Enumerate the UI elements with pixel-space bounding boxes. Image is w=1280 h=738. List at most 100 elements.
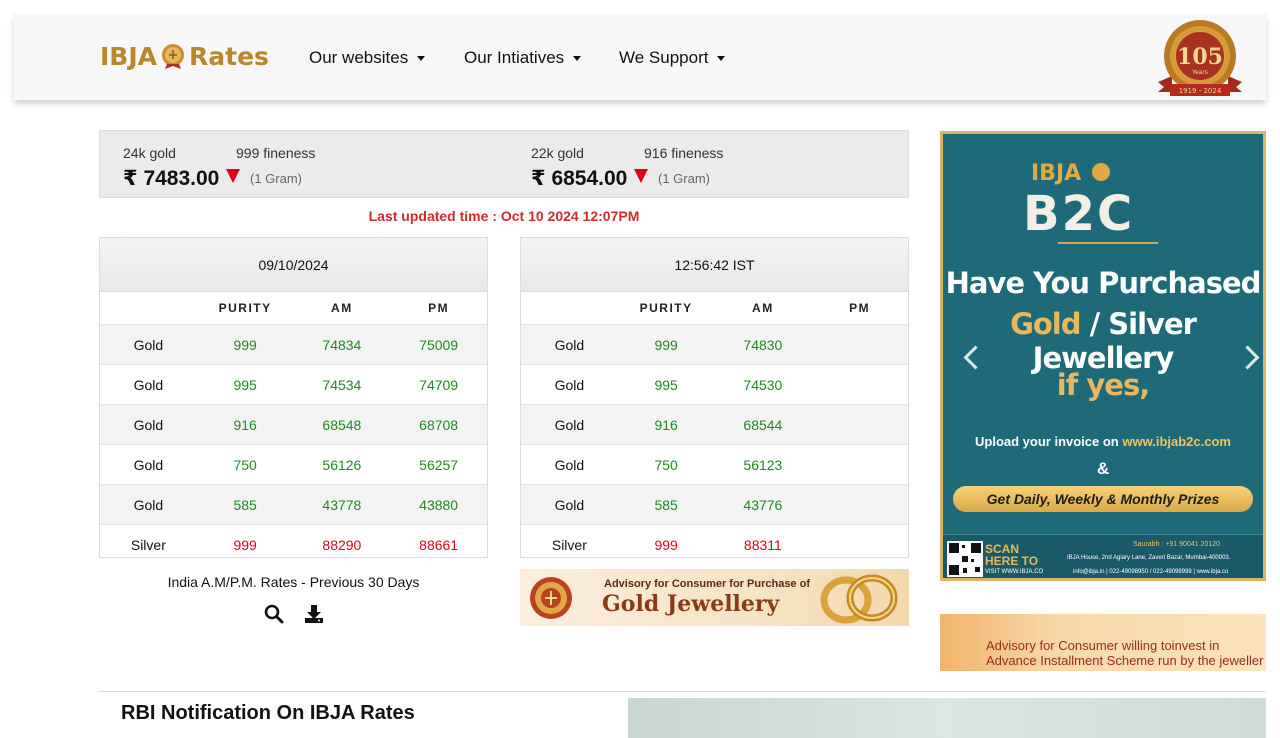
price-24k: 24k gold 999 fineness ₹ 7483.00 (1 Gram) [100, 131, 505, 197]
cell-am: 74830 [743, 336, 783, 353]
advisory-gold-line2: Gold Jewellery [602, 591, 780, 617]
cell-am: 68544 [743, 416, 783, 433]
price-24k-value: ₹ 7483.00 [123, 167, 220, 190]
table-row: Silver 999 88290 88661 [100, 525, 487, 564]
nav-our-websites-label: Our websites [309, 48, 409, 67]
cell-metal: Gold [133, 376, 164, 393]
nav-we-support-label: We Support [619, 48, 709, 67]
price-24k-unit: (1 Gram) [250, 171, 302, 186]
table-row: Gold 995 74530 [521, 365, 908, 405]
table-row: Gold 999 74830 [521, 325, 908, 365]
search-icon[interactable] [264, 604, 284, 624]
table-row: Gold 750 56123 [521, 445, 908, 485]
badge-years: Years [1191, 69, 1208, 76]
cell-am: 56123 [743, 456, 783, 473]
download-icon[interactable] [304, 604, 324, 624]
cell-purity: 585 [233, 496, 257, 513]
rates-table-live: 12:56:42 IST PURITY AM PM Gold 999 74830… [520, 237, 909, 558]
contact-person: Saurabh : +91 90041 20120 [1133, 541, 1220, 548]
carousel-heading-1: Have You Purchased [945, 266, 1262, 300]
price-22k-karat: 22k gold [531, 145, 584, 161]
table-row: Silver 999 88311 [521, 525, 908, 564]
car-logo-main: B2C [1023, 186, 1134, 234]
heading-gold-word: Gold [1010, 307, 1081, 341]
col-pm: PM [849, 301, 871, 315]
gold-jewellery-advisory-banner[interactable]: Advisory for Consumer for Purchase of Go… [520, 569, 909, 626]
brand-right-text: Rates [189, 41, 269, 71]
cell-pm: 56257 [419, 456, 459, 473]
price-22k: 22k gold 916 fineness ₹ 6854.00 (1 Gram) [508, 131, 908, 197]
cell-pm: 74709 [419, 376, 459, 393]
upload-url[interactable]: www.ibjab2c.com [1122, 434, 1231, 449]
cell-purity: 585 [654, 496, 678, 513]
cell-am: 74530 [743, 376, 783, 393]
cell-purity: 916 [654, 416, 678, 433]
cell-am: 56126 [322, 456, 362, 473]
cell-purity: 999 [654, 336, 678, 353]
address-text: IBJA House, 2nd Agiary Lane, Zaveri Baza… [1067, 555, 1231, 561]
cell-am: 43776 [743, 496, 783, 513]
rate-tools [264, 604, 324, 624]
visit-text: VISIT WWW.IBJA.CO [985, 569, 1044, 575]
rbi-banner-image [628, 698, 1266, 738]
col-am: AM [752, 301, 774, 315]
cell-metal: Gold [554, 496, 585, 513]
brand-logo[interactable]: IBJA Rates [100, 40, 269, 72]
table-row: Gold 750 56126 56257 [100, 445, 487, 485]
cell-purity: 916 [233, 416, 257, 433]
col-purity: PURITY [639, 301, 693, 315]
cell-metal: Silver [130, 536, 166, 553]
cell-am: 74834 [322, 336, 362, 353]
cell-pm: 43880 [419, 496, 459, 513]
cell-purity: 995 [654, 376, 678, 393]
price-22k-value: ₹ 6854.00 [531, 167, 628, 190]
ibja-b2c-logo: IBJA B2C [1023, 161, 1134, 234]
cell-purity: 999 [233, 536, 257, 553]
nav-we-support[interactable]: We Support [619, 48, 726, 68]
cell-purity: 999 [654, 536, 678, 553]
car-logo-top: IBJA [1031, 161, 1081, 186]
rbi-notification-title: RBI Notification On IBJA Rates [121, 702, 415, 724]
table-column-headers: PURITY AM PM [521, 292, 908, 325]
nav-our-initiatives[interactable]: Our Intiatives [464, 48, 582, 68]
col-pm: PM [428, 301, 450, 315]
advisory-installment-line2: Advance Installment Scheme run by the je… [986, 653, 1264, 668]
b2c-promo-carousel[interactable]: IBJA B2C Have You Purchased Gold / Silve… [940, 131, 1266, 581]
carousel-ampersand: & [1096, 459, 1110, 478]
qr-code-icon [947, 541, 983, 577]
caret-down-icon [417, 55, 426, 61]
carousel-prize-banner: Get Daily, Weekly & Monthly Prizes [953, 486, 1253, 512]
cell-purity: 999 [233, 336, 257, 353]
table-row: Gold 999 74834 75009 [100, 325, 487, 365]
nav-our-initiatives-label: Our Intiatives [464, 48, 565, 67]
table-time-header: 12:56:42 IST [521, 238, 908, 292]
cell-metal: Gold [133, 496, 164, 513]
contacts-text: info@ibja.in | 022-49098950 / 022-490989… [1073, 569, 1229, 575]
installment-advisory-banner[interactable]: Advisory for Consumer willing toinvest i… [940, 614, 1266, 671]
carousel-footer: SCAN HERE TO VISIT WWW.IBJA.CO Saurabh : … [943, 534, 1263, 578]
carousel-heading-3: if yes, [1056, 368, 1151, 402]
divider [1058, 242, 1158, 244]
table-row: Gold 916 68544 [521, 405, 908, 445]
caret-down-icon [573, 55, 582, 61]
nav-our-websites[interactable]: Our websites [309, 48, 426, 68]
advisory-gold-line1: Advisory for Consumer for Purchase of [604, 578, 810, 590]
cell-am: 68548 [322, 416, 362, 433]
ibja-seal-icon [530, 577, 572, 619]
badge-number: 105 [1177, 44, 1223, 70]
table-row: Gold 585 43776 [521, 485, 908, 525]
caret-down-icon [717, 55, 726, 61]
rbi-notification-section: RBI Notification On IBJA Rates [99, 691, 1266, 738]
carousel-heading-2: Gold / Silver Jewellery [943, 307, 1263, 375]
cell-metal: Gold [133, 416, 164, 433]
cell-metal: Gold [554, 336, 585, 353]
cell-metal: Gold [133, 336, 164, 353]
previous-30-days-link[interactable]: India A.M/P.M. Rates - Previous 30 Days [99, 574, 488, 590]
cell-pm: 75009 [419, 336, 459, 353]
col-am: AM [331, 301, 353, 315]
table-column-headers: PURITY AM PM [100, 292, 487, 325]
cell-purity: 750 [233, 456, 257, 473]
cell-purity: 995 [233, 376, 257, 393]
cell-am: 88311 [743, 536, 782, 553]
table-date-header: 09/10/2024 [100, 238, 487, 292]
